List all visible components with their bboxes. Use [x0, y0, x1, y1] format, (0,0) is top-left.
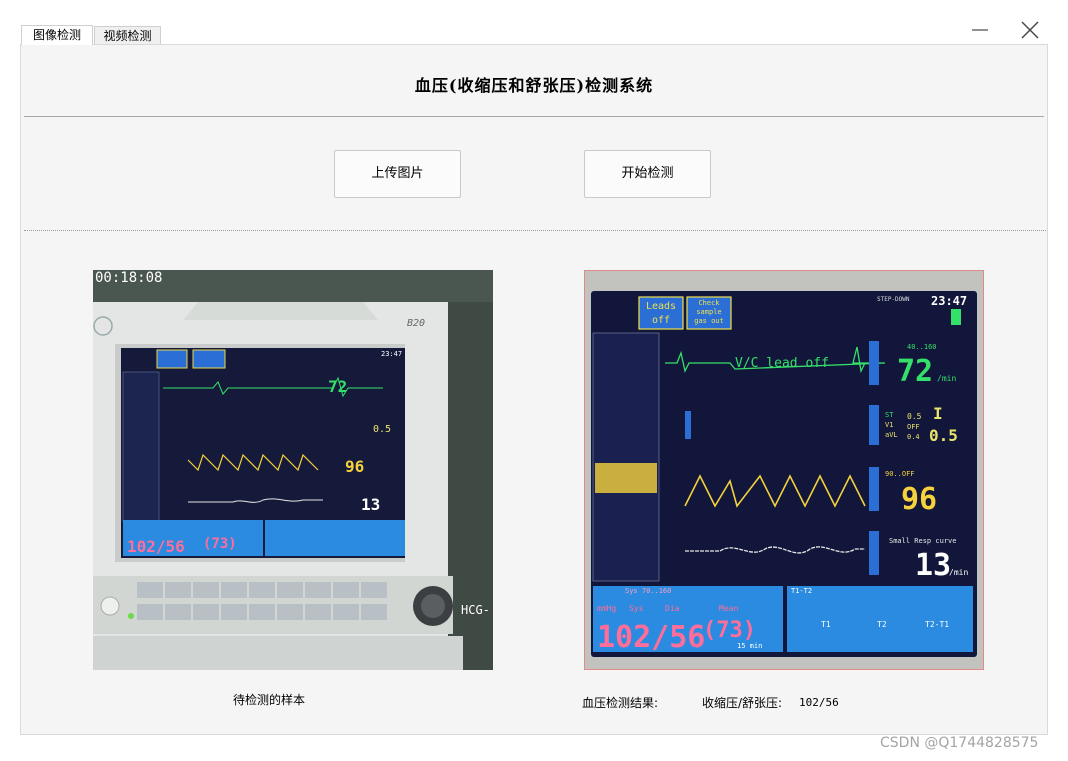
svg-text:0.5: 0.5 — [929, 426, 958, 445]
svg-text:STEP-DOWN: STEP-DOWN — [877, 296, 910, 303]
svg-text:13: 13 — [915, 548, 951, 583]
svg-text:90..OFF: 90..OFF — [885, 470, 915, 478]
svg-text:102/56: 102/56 — [127, 537, 185, 556]
svg-text:Small Resp curve: Small Resp curve — [889, 537, 956, 545]
watermark: CSDN @Q1744828575 — [880, 735, 1039, 751]
svg-text:72: 72 — [897, 354, 933, 389]
time-overlay: 00:18:08 — [95, 270, 162, 286]
svg-text:I: I — [933, 404, 943, 423]
header-divider — [24, 116, 1044, 117]
svg-text:aVL: aVL — [885, 431, 898, 439]
svg-text:Sys: Sys — [629, 604, 644, 613]
svg-text:mmHg: mmHg — [597, 604, 616, 613]
tab-image-detection[interactable]: 图像检测 — [21, 25, 93, 45]
svg-text:Check: Check — [698, 299, 720, 307]
svg-text:13: 13 — [361, 495, 380, 514]
svg-text:OFF: OFF — [907, 423, 920, 431]
close-icon[interactable] — [1018, 18, 1042, 42]
svg-text:T2-T1: T2-T1 — [925, 620, 949, 629]
svg-text:Mean: Mean — [719, 604, 738, 613]
tab-video-detection[interactable]: 视频检测 — [94, 26, 161, 44]
svg-text:Dia: Dia — [665, 604, 680, 613]
result-label: 血压检测结果: — [582, 696, 659, 710]
page-title: 血压(收缩压和舒张压)检测系统 — [414, 76, 654, 95]
svg-text:V1: V1 — [885, 421, 893, 429]
svg-text:15 min: 15 min — [737, 642, 762, 650]
minimize-icon[interactable] — [968, 18, 992, 42]
svg-text:T1-T2: T1-T2 — [791, 587, 812, 595]
svg-text:96: 96 — [345, 457, 364, 476]
svg-text:0.5: 0.5 — [373, 424, 391, 435]
section-divider — [24, 230, 1046, 231]
svg-text:Leads: Leads — [646, 301, 676, 312]
svg-text:off: off — [652, 315, 670, 326]
svg-text:T1: T1 — [821, 620, 831, 629]
svg-text:23:47: 23:47 — [931, 294, 967, 308]
svg-text:72: 72 — [328, 377, 347, 396]
svg-text:0.5: 0.5 — [907, 412, 922, 421]
result-value: 102/56 — [799, 696, 839, 709]
svg-text:0.4: 0.4 — [907, 433, 920, 441]
result-image: Leads off Check sample gas out STEP-DOWN… — [584, 270, 984, 670]
svg-text:V/C lead off: V/C lead off — [735, 356, 829, 371]
svg-text:23:47: 23:47 — [381, 350, 402, 358]
svg-text:(73): (73) — [203, 536, 237, 552]
side-label: HCG- — [461, 603, 490, 617]
result-key: 收缩压/舒张压: — [702, 696, 783, 710]
svg-text:Sys 70..160: Sys 70..160 — [625, 587, 671, 595]
svg-text:ST: ST — [885, 411, 894, 419]
sample-image: B20 23:47 72 0.5 96 13 102/56 (73) 00:18… — [93, 270, 493, 670]
sample-caption: 待检测的样本 — [233, 693, 306, 707]
svg-text:96: 96 — [901, 482, 937, 517]
svg-text:/min: /min — [937, 374, 956, 383]
device-model-label: B20 — [407, 318, 425, 329]
upload-image-button[interactable]: 上传图片 — [334, 150, 461, 198]
svg-text:102/56: 102/56 — [597, 620, 705, 655]
svg-text:gas out: gas out — [694, 317, 724, 325]
svg-text:sample: sample — [696, 308, 721, 316]
svg-text:/min: /min — [949, 568, 968, 577]
svg-text:40..160: 40..160 — [907, 343, 937, 351]
svg-text:(73): (73) — [703, 618, 756, 643]
start-detection-button[interactable]: 开始检测 — [584, 150, 711, 198]
svg-text:T2: T2 — [877, 620, 887, 629]
